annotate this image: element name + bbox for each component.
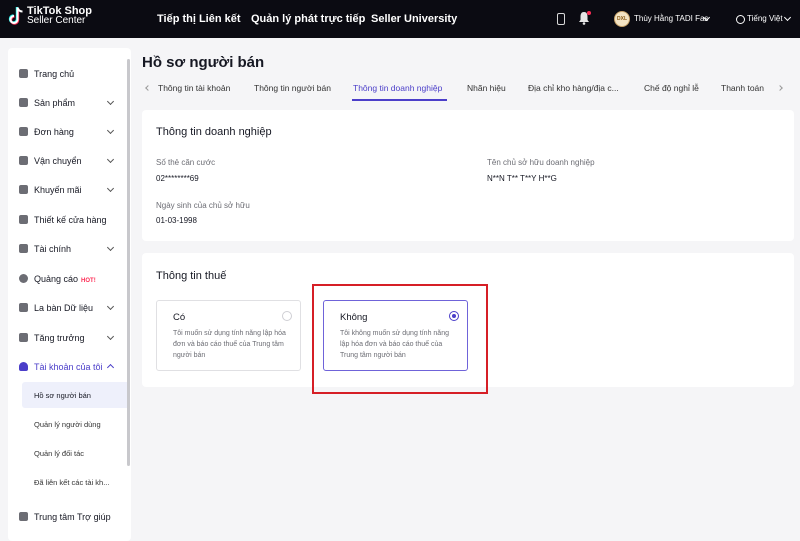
chevron-up-icon — [106, 363, 115, 372]
tax-option-yes[interactable]: Có Tôi muốn sử dụng tính năng lập hóa đơ… — [156, 300, 301, 371]
sidebar-item-label: Trung tâm Trợ giúp — [34, 512, 111, 522]
active-tab-indicator — [352, 99, 447, 101]
sidebar-item-label: Đơn hàng — [34, 127, 74, 137]
nav-affiliate[interactable]: Tiếp thị Liên kết — [157, 13, 241, 25]
sidebar-item-label: Vận chuyển — [34, 156, 82, 166]
tab-seller-info[interactable]: Thông tin người bán — [254, 83, 331, 93]
hot-badge: HOT! — [81, 278, 96, 284]
chevron-down-icon[interactable] — [783, 13, 792, 22]
product-icon — [19, 98, 28, 107]
sidebar-item-finance[interactable]: Tài chính — [8, 238, 131, 260]
tax-option-yes-description: Tôi muốn sử dụng tính năng lập hóa đơn v… — [173, 330, 286, 359]
sidebar-item-orders[interactable]: Đơn hàng — [8, 121, 131, 143]
tab-trademark[interactable]: Nhãn hiệu — [467, 83, 506, 93]
sidebar-item-growth[interactable]: Tăng trưởng — [8, 327, 131, 349]
tab-holiday-mode[interactable]: Chế độ nghỉ lễ — [644, 83, 699, 93]
sidebar-item-label: Khuyến mãi — [34, 185, 82, 195]
sidebar-item-label: Tài khoản của tôi — [34, 362, 103, 372]
chevron-down-icon — [106, 302, 115, 311]
sidebar-subitem-seller-profile[interactable]: Hồ sơ người bán — [22, 382, 130, 408]
logo-subtitle: Seller Center — [27, 15, 86, 26]
avatar[interactable]: DXL — [614, 11, 630, 27]
id-number-value: 02********69 — [156, 174, 199, 183]
sidebar-item-my-account[interactable]: Tài khoản của tôi — [8, 356, 131, 378]
sidebar-item-label: Thiết kế cửa hàng — [34, 215, 107, 225]
help-icon — [19, 512, 28, 521]
business-info-title: Thông tin doanh nghiệp — [156, 126, 272, 138]
ads-icon — [19, 274, 28, 283]
sidebar-item-label: Tăng trưởng — [34, 333, 85, 343]
chevron-down-icon — [106, 155, 115, 164]
sidebar-item-label: Trang chủ — [34, 69, 75, 79]
language-selector[interactable]: Tiếng Việt — [747, 14, 783, 23]
chevron-down-icon — [106, 97, 115, 106]
sidebar-item-home[interactable]: Trang chủ — [8, 63, 131, 85]
chevron-down-icon — [106, 332, 115, 341]
business-info-card: Thông tin doanh nghiệp Số thẻ căn cước 0… — [142, 110, 794, 241]
sidebar-item-label: Quảng cáo HOT! — [34, 274, 96, 284]
chevron-down-icon — [106, 243, 115, 252]
highlight-box — [312, 284, 488, 394]
user-icon — [19, 362, 28, 371]
nav-live-management[interactable]: Quản lý phát trực tiếp — [251, 13, 365, 25]
tab-warehouse-address[interactable]: Địa chỉ kho hàng/địa c... — [528, 83, 619, 93]
tax-option-yes-title: Có — [173, 312, 186, 323]
sidebar-item-help-center[interactable]: Trung tâm Trợ giúp — [8, 506, 131, 528]
chevron-down-icon — [106, 184, 115, 193]
chevron-right-icon[interactable] — [777, 85, 783, 91]
chevron-left-icon[interactable] — [145, 85, 151, 91]
home-icon — [19, 69, 28, 78]
card-icon — [19, 244, 28, 253]
tab-account-info[interactable]: Thông tin tài khoản — [158, 83, 230, 93]
profile-tabs: Thông tin tài khoản Thông tin người bán … — [142, 76, 794, 101]
tax-info-title: Thông tin thuế — [156, 270, 227, 282]
sidebar-subitem-linked-accounts[interactable]: Đã liên kết các tài kh... — [22, 469, 130, 495]
owner-name-value: N**N T** T**Y H**G — [487, 174, 557, 183]
id-number-label: Số thẻ căn cước — [156, 158, 216, 167]
chevron-down-icon — [106, 126, 115, 135]
sidebar-subitem-partner-management[interactable]: Quản lý đối tác — [22, 440, 130, 466]
owner-dob-value: 01-03-1998 — [156, 216, 197, 225]
sidebar-item-ads[interactable]: Quảng cáo HOT! — [8, 268, 131, 290]
notification-dot — [587, 11, 591, 15]
globe-icon[interactable] — [736, 15, 745, 24]
shop-name[interactable]: Thùy Hằng TADI Fas — [634, 14, 708, 23]
tiktok-logo-icon — [8, 7, 23, 25]
chart-icon — [19, 303, 28, 312]
tab-payment[interactable]: Thanh toán — [721, 83, 764, 93]
store-icon — [19, 215, 28, 224]
sidebar: Trang chủ Sản phẩm Đơn hàng Vận chuyển K… — [8, 48, 131, 541]
sidebar-item-store-design[interactable]: Thiết kế cửa hàng — [8, 209, 131, 231]
nav-seller-university[interactable]: Seller University — [371, 13, 457, 25]
tab-business-info[interactable]: Thông tin doanh nghiệp — [353, 83, 442, 93]
sidebar-item-products[interactable]: Sản phẩm — [8, 92, 131, 114]
radio-yes[interactable] — [282, 311, 292, 321]
page-title: Hồ sơ người bán — [142, 54, 265, 71]
sidebar-item-label: Sản phẩm — [34, 98, 76, 108]
sidebar-item-shipping[interactable]: Vận chuyển — [8, 150, 131, 172]
top-navigation-bar: TikTok Shop Seller Center Tiếp thị Liên … — [0, 0, 800, 38]
tiktok-shop-logo[interactable]: TikTok Shop Seller Center — [8, 6, 92, 26]
owner-dob-label: Ngày sinh của chủ sở hữu — [156, 201, 250, 210]
order-icon — [19, 127, 28, 136]
sidebar-item-label: Tài chính — [34, 244, 72, 254]
sidebar-item-label: La bàn Dữ liệu — [34, 303, 94, 313]
sidebar-subitem-user-management[interactable]: Quản lý người dùng — [22, 411, 130, 437]
owner-name-label: Tên chủ sở hữu doanh nghiệp — [487, 158, 595, 167]
truck-icon — [19, 156, 28, 165]
sidebar-scrollbar[interactable] — [127, 59, 130, 466]
sidebar-item-promotions[interactable]: Khuyến mãi — [8, 179, 131, 201]
sidebar-item-data-compass[interactable]: La bàn Dữ liệu — [8, 297, 131, 319]
megaphone-icon — [19, 185, 28, 194]
growth-icon — [19, 333, 28, 342]
phone-icon[interactable] — [557, 13, 565, 25]
